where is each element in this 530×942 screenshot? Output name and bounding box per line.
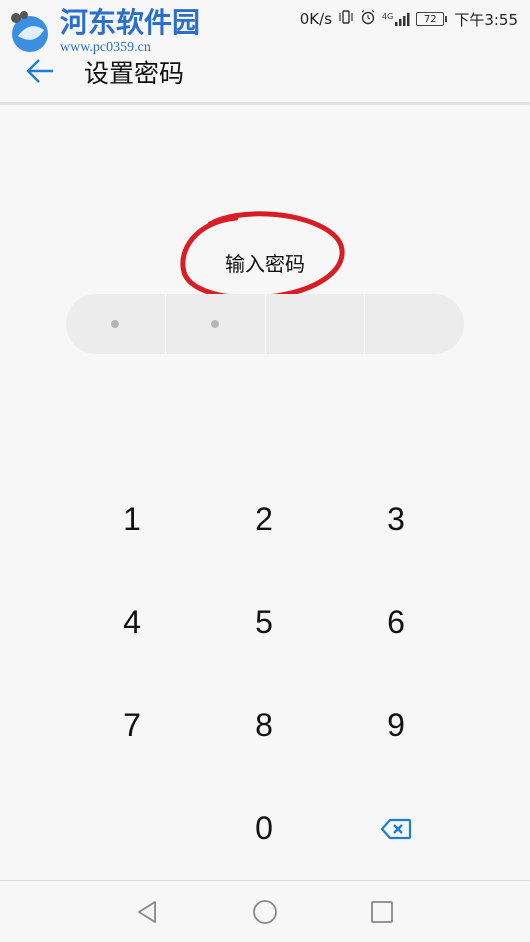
pin-dot [211,320,220,328]
key-empty [66,777,198,880]
app-header: 设置密码 [0,44,530,102]
watermark-title: 河东软件园 [60,6,201,39]
nav-recents-button[interactable] [367,897,397,927]
nav-home-button[interactable] [250,897,280,927]
password-prompt: 输入密码 [225,252,305,276]
navigation-bar [0,881,530,942]
key-4[interactable]: 4 [66,571,198,674]
numeric-keypad: 1 2 3 4 5 6 7 8 9 0 [66,468,464,880]
pin-cell [266,294,366,354]
backspace-icon [380,818,412,839]
key-1[interactable]: 1 [66,468,198,571]
key-8[interactable]: 8 [198,674,330,777]
back-button[interactable] [22,56,58,86]
pin-entry[interactable] [66,294,464,354]
battery-icon: 72 [416,12,448,26]
pin-dot [111,320,120,328]
key-0[interactable]: 0 [198,777,330,880]
pin-cell [365,294,464,354]
key-9[interactable]: 9 [330,674,462,777]
key-6[interactable]: 6 [330,571,462,674]
triangle-back-icon [138,901,156,923]
key-2[interactable]: 2 [198,468,330,571]
key-7[interactable]: 7 [66,674,198,777]
page-title: 设置密码 [84,59,185,88]
nav-back-button[interactable] [132,897,162,927]
circle-home-icon [253,900,277,924]
header-divider [0,102,530,105]
clock: 下午3:55 [454,10,518,29]
battery-level: 72 [423,13,437,25]
square-recents-icon [371,901,393,923]
delete-button[interactable] [330,777,462,880]
network-speed: 0K/s [299,10,333,28]
vibrate-icon [338,10,354,28]
key-5[interactable]: 5 [198,571,330,674]
network-type: 4G [382,12,394,21]
pin-cell [166,294,266,354]
key-3[interactable]: 3 [330,468,462,571]
pin-cell [66,294,166,354]
alarm-icon [360,9,376,29]
back-arrow-icon [26,59,53,83]
signal-icon: 4G [382,12,410,26]
